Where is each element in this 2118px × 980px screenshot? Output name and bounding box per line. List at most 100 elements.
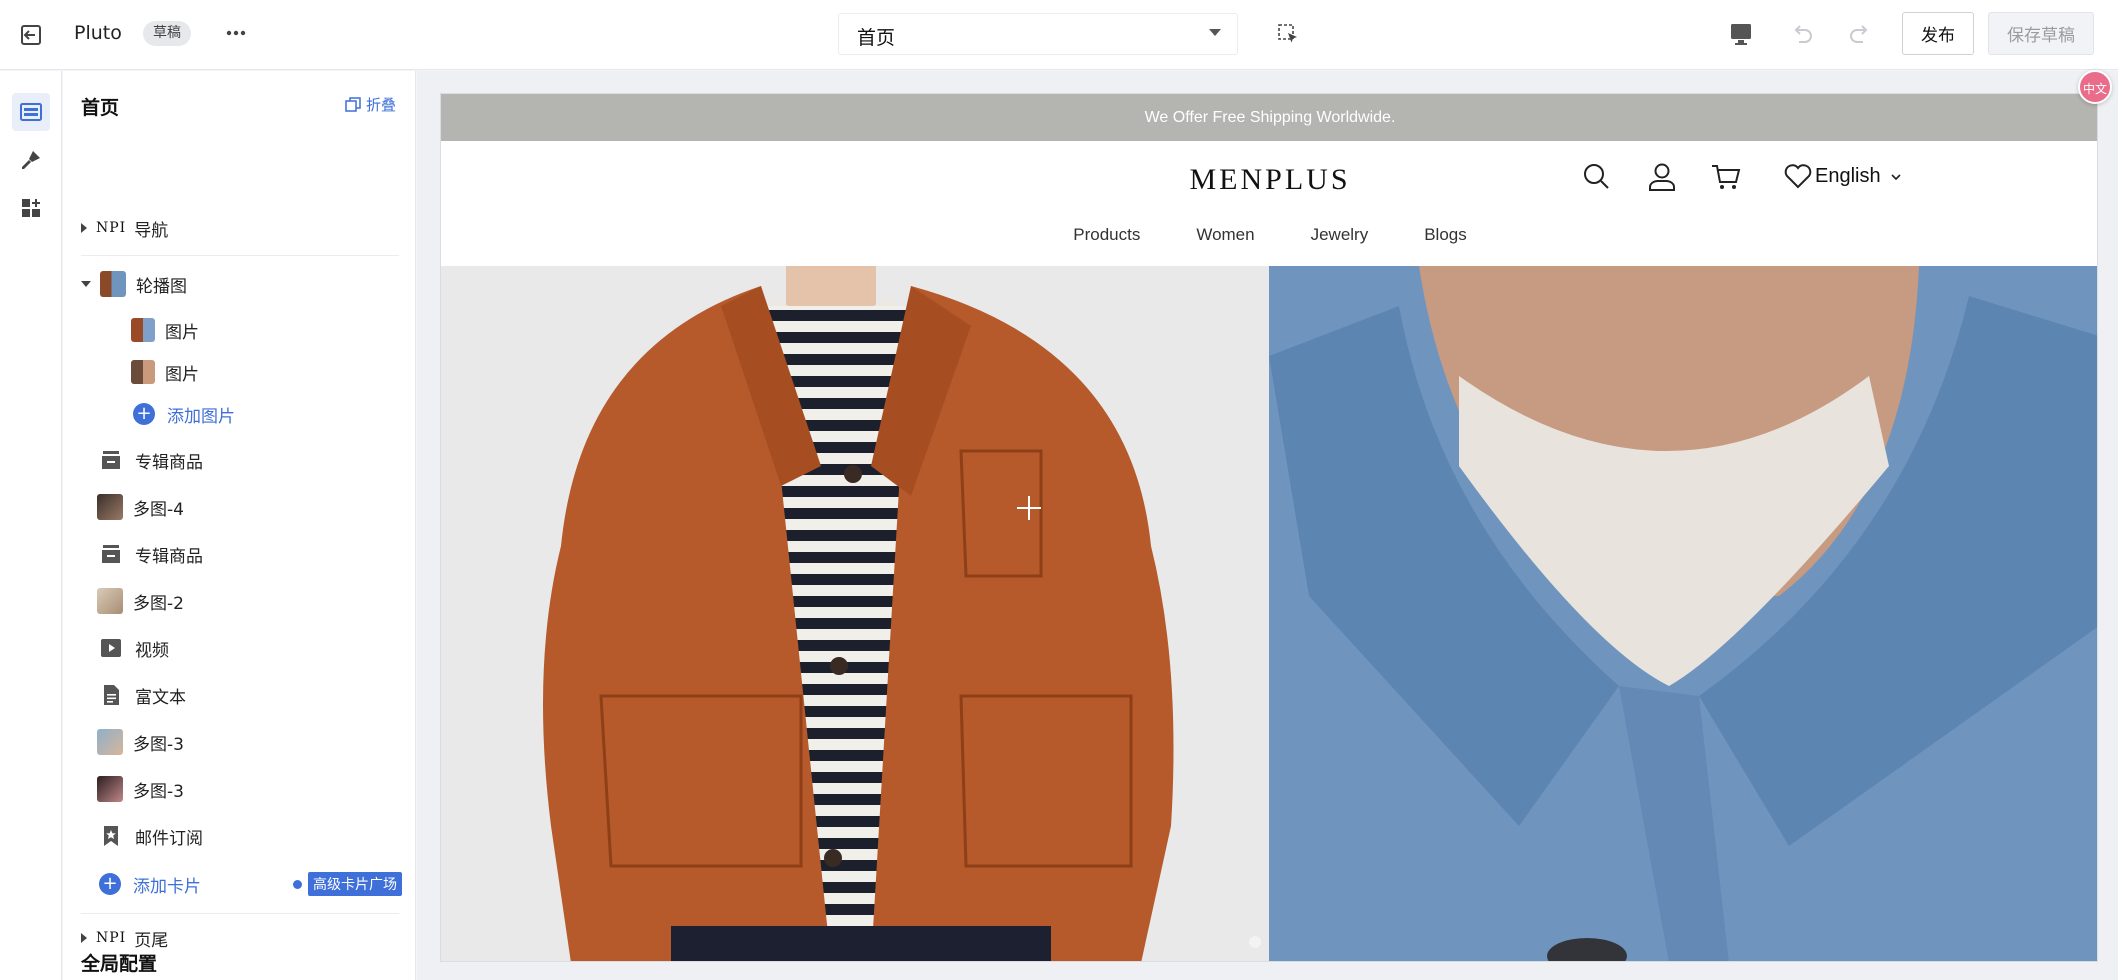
tree-item-image-2[interactable]: 图片 [63, 354, 416, 390]
npi-logo: NPI [96, 930, 127, 946]
layout-icon [20, 103, 42, 121]
advanced-cards-label: 高级卡片广场 [308, 872, 402, 896]
undo-icon[interactable] [1788, 20, 1816, 48]
collection-icon [102, 545, 120, 563]
tree-item-label: 轮播图 [136, 276, 187, 297]
page-select-value: 首页 [857, 27, 896, 49]
tree-item-label: 导航 [134, 220, 169, 241]
language-selector[interactable]: English [1815, 165, 1903, 188]
tree-item-carousel[interactable]: 轮播图 [63, 266, 416, 302]
chevron-down-icon [1209, 29, 1221, 36]
tree-item-label: 专辑商品 [135, 546, 203, 567]
add-image-button[interactable]: + 添加图片 [63, 396, 416, 432]
redo-icon[interactable] [1846, 20, 1874, 48]
collection-icon [102, 451, 120, 469]
tree-item-nav[interactable]: NPI 导航 [63, 210, 416, 246]
document-icon [104, 685, 119, 705]
image-thumbnail [131, 318, 155, 342]
tree-item-card[interactable]: 多图-3 [63, 771, 416, 807]
tree-item-label: 多图-3 [133, 781, 184, 802]
bookmark-star-icon [104, 826, 118, 846]
translate-button[interactable]: 中文 [2078, 70, 2112, 104]
tree-item-label: 多图-2 [133, 593, 184, 614]
carousel-dot[interactable] [1249, 936, 1261, 948]
denim-photo [1269, 266, 2097, 961]
more-icon[interactable] [224, 21, 248, 45]
brush-icon [22, 151, 40, 169]
tree-item-card[interactable]: 专辑商品 [63, 442, 416, 478]
announcement-bar[interactable]: We Offer Free Shipping Worldwide. [441, 94, 2097, 141]
jacket-photo [441, 266, 1269, 961]
layout-tab[interactable] [12, 93, 50, 131]
plus-icon: + [99, 873, 121, 895]
card-thumbnail [97, 494, 123, 520]
card-thumbnail [97, 776, 123, 802]
store-header: MENPLUS English Products Women Jewelry B… [441, 141, 2097, 266]
save-draft-button[interactable]: 保存草稿 [1988, 12, 2094, 55]
store-preview[interactable]: We Offer Free Shipping Worldwide. MENPLU… [440, 93, 2098, 962]
tree-item-card[interactable]: 邮件订阅 [63, 818, 416, 854]
store-nav: Products Women Jewelry Blogs [441, 225, 2097, 245]
account-icon[interactable] [1645, 159, 1679, 193]
add-image-label: 添加图片 [167, 406, 235, 427]
tree-item-image-1[interactable]: 图片 [63, 312, 416, 348]
desktop-view-icon[interactable] [1727, 20, 1755, 48]
tree-item-card[interactable]: 多图-3 [63, 724, 416, 760]
nav-link-blogs[interactable]: Blogs [1424, 225, 1467, 245]
collapse-button[interactable]: 折叠 [345, 94, 396, 115]
search-icon[interactable] [1579, 159, 1613, 193]
tree-item-label: 邮件订阅 [135, 828, 203, 849]
tree-item-card[interactable]: 视频 [63, 630, 416, 666]
advanced-cards-badge[interactable]: 高级卡片广场 [293, 872, 402, 896]
hero-carousel[interactable] [441, 266, 2097, 961]
tree-item-card[interactable]: 多图-4 [63, 489, 416, 525]
collapse-icon [345, 96, 361, 112]
carousel-slide-jacket [441, 266, 1269, 961]
add-card-button[interactable]: + 添加卡片 高级卡片广场 [63, 866, 416, 902]
tree-item-label: 图片 [165, 322, 199, 343]
heart-icon[interactable] [1781, 159, 1815, 193]
left-rail [0, 71, 62, 980]
tree-item-label: 专辑商品 [135, 452, 203, 473]
tree-item-label: 富文本 [135, 687, 186, 708]
card-thumbnail [97, 588, 123, 614]
page-select[interactable]: 首页 [838, 13, 1238, 55]
exit-icon[interactable] [18, 21, 46, 49]
structure-panel: 首页 折叠 NPI 导航 轮播图 图片 图片 + 添加图片 专辑商品 多图-4 … [63, 71, 416, 980]
badge-dot [293, 879, 302, 889]
expand-icon[interactable] [81, 933, 87, 943]
nav-link-products[interactable]: Products [1073, 225, 1140, 245]
plus-icon: + [133, 403, 155, 425]
nav-link-jewelry[interactable]: Jewelry [1311, 225, 1369, 245]
language-label: English [1815, 165, 1881, 187]
collapse-label: 折叠 [366, 96, 397, 114]
theme-tab[interactable] [12, 141, 50, 179]
expand-icon[interactable] [81, 223, 87, 233]
tree-item-card[interactable]: 专辑商品 [63, 536, 416, 572]
carousel-slide-denim [1269, 266, 2097, 961]
divider [81, 913, 399, 914]
select-element-icon[interactable] [1276, 22, 1300, 46]
panel-title: 首页 [81, 97, 120, 119]
app-name: Pluto [74, 22, 122, 44]
nav-link-women[interactable]: Women [1196, 225, 1254, 245]
divider [81, 255, 399, 256]
tree-item-label: 图片 [165, 364, 199, 385]
card-thumbnail [97, 729, 123, 755]
top-bar: Pluto 草稿 首页 发布 保存草稿 [0, 0, 2118, 70]
apps-tab[interactable] [12, 189, 50, 227]
carousel-thumbnail [100, 271, 126, 297]
image-thumbnail [131, 360, 155, 384]
chevron-down-icon [1891, 173, 1901, 180]
status-badge: 草稿 [143, 21, 191, 46]
tree-item-label: 视频 [135, 640, 169, 661]
global-config-title[interactable]: 全局配置 [81, 949, 157, 976]
publish-button[interactable]: 发布 [1902, 12, 1974, 55]
tree-item-label: 页尾 [134, 930, 169, 951]
tree-item-card[interactable]: 富文本 [63, 677, 416, 713]
npi-logo: NPI [96, 220, 127, 236]
add-card-label: 添加卡片 [133, 876, 201, 897]
collapse-arrow-icon[interactable] [81, 281, 91, 287]
tree-item-card[interactable]: 多图-2 [63, 583, 416, 619]
cart-icon[interactable] [1709, 159, 1743, 193]
